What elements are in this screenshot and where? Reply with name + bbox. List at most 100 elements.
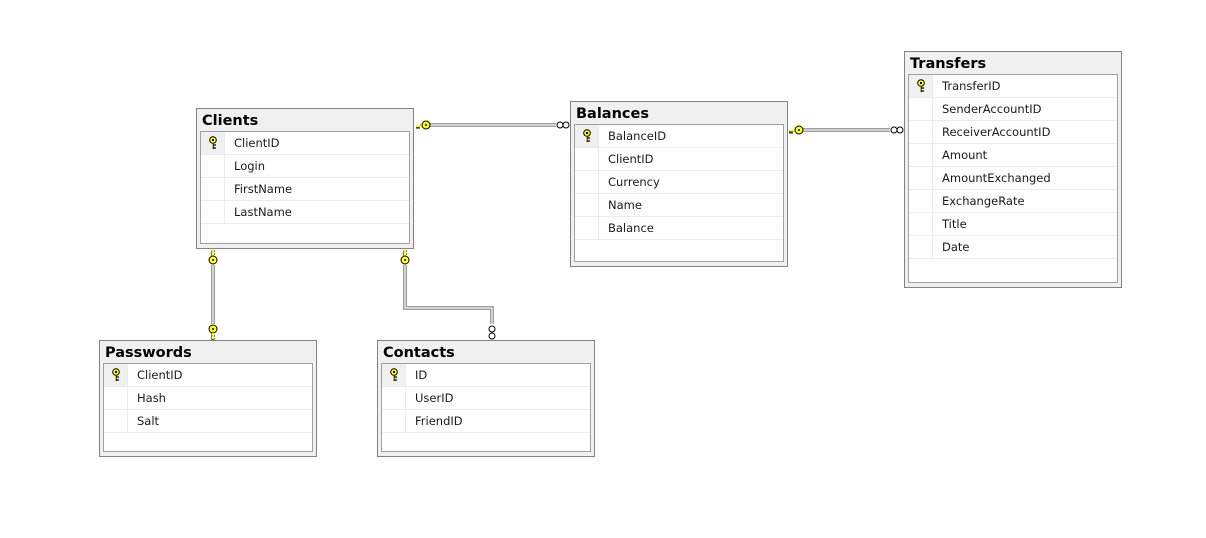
column-name: Name	[608, 198, 642, 212]
column-list: ClientID Hash Salt	[103, 363, 313, 452]
column-name: ClientID	[234, 136, 280, 150]
column-name: Title	[942, 217, 967, 231]
column-name: BalanceID	[608, 129, 667, 143]
table-title: Contacts	[383, 345, 455, 361]
row-selector[interactable]	[909, 190, 933, 212]
table-title: Clients	[202, 113, 259, 129]
column-row[interactable]: SenderAccountID	[909, 98, 1117, 121]
column-row[interactable]: UserID	[382, 387, 590, 410]
table-passwords[interactable]: Passwords ClientID Hash Salt	[99, 340, 317, 457]
column-row[interactable]: Title	[909, 213, 1117, 236]
key-icon	[400, 250, 410, 265]
relationship-balances-transfers[interactable]	[789, 125, 904, 135]
primary-key-icon	[207, 136, 219, 150]
column-row[interactable]: Hash	[104, 387, 312, 410]
row-selector[interactable]	[382, 364, 406, 386]
column-row[interactable]: ExchangeRate	[909, 190, 1117, 213]
column-name: Currency	[608, 175, 660, 189]
primary-key-icon	[110, 368, 122, 382]
column-row[interactable]: Login	[201, 155, 409, 178]
table-balances[interactable]: Balances BalanceID ClientID Currency Name Ba…	[570, 101, 788, 267]
row-selector[interactable]	[575, 125, 599, 147]
key-icon	[415, 120, 431, 130]
row-selector[interactable]	[104, 364, 128, 386]
infinity-icon	[488, 325, 496, 340]
column-row[interactable]: LastName	[201, 201, 409, 224]
row-selector[interactable]	[104, 387, 128, 409]
row-selector[interactable]	[909, 144, 933, 166]
row-selector[interactable]	[201, 201, 225, 223]
column-list: BalanceID ClientID Currency Name Balance	[574, 124, 784, 262]
row-selector[interactable]	[909, 213, 933, 235]
column-row[interactable]: Date	[909, 236, 1117, 259]
row-selector[interactable]	[909, 75, 933, 97]
column-row[interactable]: Balance	[575, 217, 783, 240]
primary-key-icon	[388, 368, 400, 382]
row-selector[interactable]	[201, 178, 225, 200]
row-selector[interactable]	[575, 194, 599, 216]
column-name: TransferID	[942, 79, 1001, 93]
column-row[interactable]: ClientID	[575, 148, 783, 171]
column-name: AmountExchanged	[942, 171, 1051, 185]
key-icon	[208, 250, 218, 265]
column-list: ClientID Login FirstName LastName	[200, 131, 410, 244]
row-selector[interactable]	[382, 387, 406, 409]
column-name: SenderAccountID	[942, 102, 1042, 116]
column-name: FriendID	[415, 414, 463, 428]
relationship-clients-passwords[interactable]	[208, 250, 218, 340]
table-title: Passwords	[105, 345, 192, 361]
column-row[interactable]: ClientID	[201, 132, 409, 155]
primary-key-icon	[581, 129, 593, 143]
column-name: LastName	[234, 205, 292, 219]
column-name: ReceiverAccountID	[942, 125, 1051, 139]
column-row[interactable]: TransferID	[909, 75, 1117, 98]
table-title: Balances	[576, 106, 649, 122]
column-row[interactable]: BalanceID	[575, 125, 783, 148]
row-selector[interactable]	[575, 171, 599, 193]
column-row[interactable]: Name	[575, 194, 783, 217]
column-row[interactable]: ReceiverAccountID	[909, 121, 1117, 144]
column-row[interactable]: AmountExchanged	[909, 167, 1117, 190]
table-title: Transfers	[910, 56, 987, 72]
row-selector[interactable]	[575, 217, 599, 239]
column-name: UserID	[415, 391, 454, 405]
column-row[interactable]: Amount	[909, 144, 1117, 167]
column-name: Hash	[137, 391, 166, 405]
column-name: ExchangeRate	[942, 194, 1025, 208]
column-name: Balance	[608, 221, 654, 235]
column-name: Login	[234, 159, 266, 173]
row-selector[interactable]	[382, 410, 406, 432]
column-row[interactable]: Salt	[104, 410, 312, 433]
row-selector[interactable]	[909, 98, 933, 120]
column-list: TransferID SenderAccountID ReceiverAccount…	[908, 74, 1118, 283]
row-selector[interactable]	[909, 167, 933, 189]
primary-key-icon	[915, 79, 927, 93]
column-row[interactable]: FriendID	[382, 410, 590, 433]
column-name: Salt	[137, 414, 160, 428]
column-row[interactable]: ClientID	[104, 364, 312, 387]
column-name: ClientID	[608, 152, 654, 166]
row-selector[interactable]	[201, 155, 225, 177]
column-name: Amount	[942, 148, 988, 162]
relationship-clients-contacts[interactable]	[400, 250, 496, 340]
column-list: ID UserID FriendID	[381, 363, 591, 452]
table-contacts[interactable]: Contacts ID UserID FriendID	[377, 340, 595, 457]
infinity-icon	[890, 126, 904, 134]
column-name: FirstName	[234, 182, 293, 196]
row-selector[interactable]	[909, 236, 933, 258]
row-selector[interactable]	[104, 410, 128, 432]
table-transfers[interactable]: Transfers TransferID SenderAccountID Recei…	[904, 51, 1122, 288]
row-selector[interactable]	[575, 148, 599, 170]
column-name: ID	[415, 368, 428, 382]
column-name: Date	[942, 240, 970, 254]
table-clients[interactable]: Clients ClientID Login FirstName LastName	[196, 108, 414, 249]
column-row[interactable]: FirstName	[201, 178, 409, 201]
infinity-icon	[556, 121, 570, 129]
row-selector[interactable]	[201, 132, 225, 154]
key-icon	[789, 125, 804, 135]
column-name: ClientID	[137, 368, 183, 382]
relationship-clients-balances[interactable]	[415, 120, 570, 130]
column-row[interactable]: Currency	[575, 171, 783, 194]
row-selector[interactable]	[909, 121, 933, 143]
column-row[interactable]: ID	[382, 364, 590, 387]
